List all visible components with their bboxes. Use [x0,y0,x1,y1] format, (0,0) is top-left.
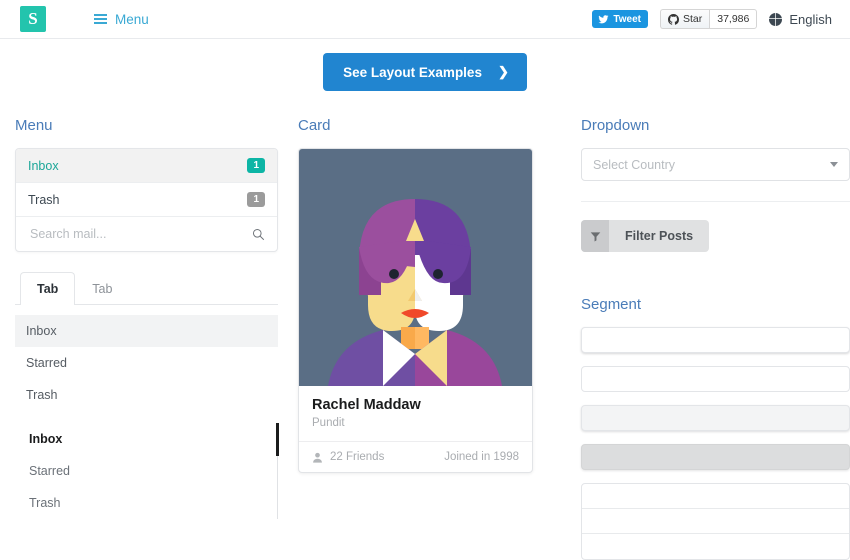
app-logo[interactable]: S [20,6,46,32]
plain-item-trash[interactable]: Trash [15,379,278,411]
github-icon [667,13,679,25]
segment-plain[interactable] [581,366,850,392]
twitter-icon [598,14,609,23]
cta-label: See Layout Examples [343,64,482,80]
menu-item-inbox[interactable]: Inbox 1 [16,149,277,183]
segment-tertiary[interactable] [581,444,850,470]
tweet-label: Tweet [613,13,641,25]
vertical-menu: Inbox 1 Trash 1 [15,148,278,252]
globe-icon [769,12,783,26]
profile-card[interactable]: Rachel Maddaw Pundit 22 Friends Joined i… [298,148,533,473]
rail-menu-list: Inbox Starred Trash [15,423,279,519]
rail-active-indicator [276,423,279,456]
card-person-role: Pundit [312,417,345,429]
nav-menu-label: Menu [115,11,149,27]
cta-container: See Layout Examples ❯ [0,53,850,91]
tab-bar: Tab Tab [15,272,278,305]
segment-secondary[interactable] [581,405,850,431]
search-icon[interactable] [252,228,265,241]
country-select[interactable]: Select Country [581,148,850,181]
github-star-widget: Star 37,986 [659,9,758,29]
segment-group-item[interactable] [582,534,849,559]
filter-posts-label: Filter Posts [625,229,694,243]
card-footer: 22 Friends Joined in 1998 [299,441,532,472]
card-column: Card Rachel Maddaw Pundit 22 Friends Joi… [298,117,581,560]
hamburger-icon [94,13,107,25]
segment-section-title: Segment [581,296,642,313]
nav-menu-button[interactable]: Menu [94,12,149,27]
header-actions: Tweet Star 37,986 English [592,9,832,29]
plain-item-starred[interactable]: Starred [15,347,278,379]
filter-icon [581,220,609,252]
menu-section-title: Menu [15,117,53,134]
menu-item-trash[interactable]: Trash 1 [16,183,277,217]
rail-item-trash[interactable]: Trash [27,487,264,519]
dropdown-segment-column: Dropdown Select Country Filter Posts Seg… [581,117,850,560]
github-star-count[interactable]: 37,986 [709,9,758,29]
card-section-title: Card [298,117,331,134]
tweet-button[interactable]: Tweet [592,10,648,28]
top-header: S Menu Tweet Star 37,986 English [0,0,850,39]
menu-column: Menu Inbox 1 Trash 1 Tab Tab In [15,117,298,560]
user-icon [313,452,322,463]
menu-item-label: Trash [28,192,60,207]
section-divider [581,201,850,202]
language-label: English [789,11,832,27]
chevron-down-icon [830,162,838,167]
chevron-right-icon: ❯ [497,64,509,79]
segment-group-item[interactable] [582,509,849,534]
plain-menu-list: Inbox Starred Trash [15,315,278,411]
content-columns: Menu Inbox 1 Trash 1 Tab Tab In [0,117,850,560]
funnel-icon [590,231,600,241]
card-body: Rachel Maddaw Pundit [299,386,532,441]
menu-item-badge: 1 [247,158,265,173]
avatar-illustration [299,149,532,386]
dropdown-section-title: Dropdown [581,117,650,134]
language-selector[interactable]: English [769,12,832,27]
segment-group-item[interactable] [582,484,849,509]
menu-search-row [16,217,277,251]
filter-posts-button[interactable]: Filter Posts [581,220,710,252]
menu-item-label: Inbox [28,158,59,173]
card-friends-label: 22 Friends [330,451,385,463]
menu-item-badge: 1 [247,192,265,207]
github-star-button[interactable]: Star [659,9,710,29]
segment-group [581,483,850,560]
segment-raised[interactable] [581,327,850,353]
rail-item-inbox[interactable]: Inbox [27,423,264,455]
tab-1[interactable]: Tab [20,272,76,305]
card-joined-label: Joined in 1998 [444,451,519,463]
country-select-value: Select Country [593,157,675,172]
card-person-name: Rachel Maddaw [312,397,421,413]
search-input[interactable] [28,226,252,242]
github-star-label: Star [682,13,703,25]
tab-2[interactable]: Tab [75,272,129,305]
plain-item-inbox[interactable]: Inbox [15,315,278,347]
rail-item-starred[interactable]: Starred [27,455,264,487]
card-friends[interactable]: 22 Friends [312,451,384,463]
see-layout-examples-button[interactable]: See Layout Examples ❯ [323,53,527,91]
